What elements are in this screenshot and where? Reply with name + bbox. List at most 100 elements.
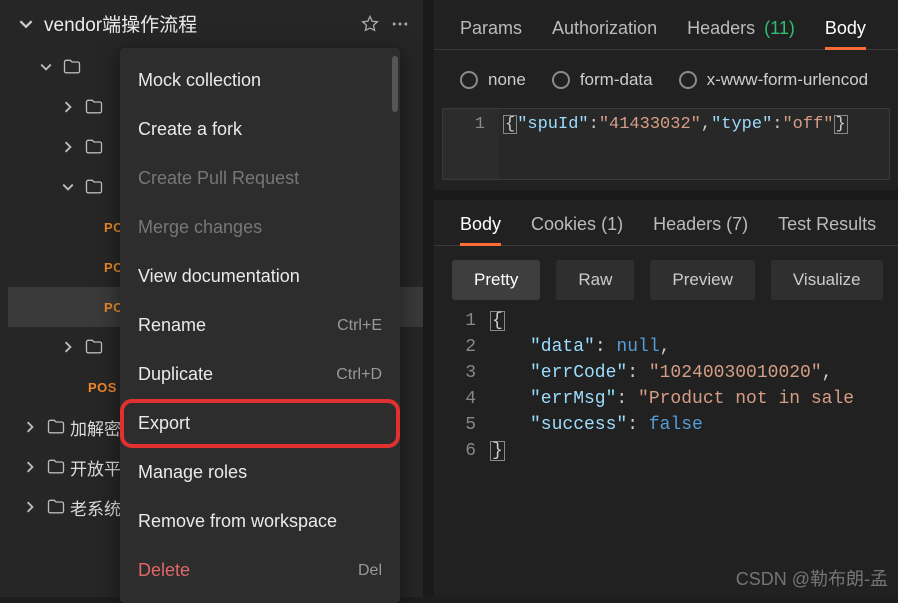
tab-label: Body	[825, 18, 866, 38]
chevron-down-icon[interactable]	[18, 16, 34, 32]
menu-item-rename[interactable]: Rename Ctrl+E	[120, 301, 400, 350]
radio-label: form-data	[580, 70, 653, 90]
radio-label: none	[488, 70, 526, 90]
menu-item-delete[interactable]: DeleteDel	[120, 546, 400, 595]
menu-item-label: Merge changes	[138, 217, 262, 238]
menu-item-create-pull-request: Create Pull Request	[120, 154, 400, 203]
tab-authorization[interactable]: Authorization	[552, 18, 657, 49]
radio-icon	[679, 71, 697, 89]
tab-label: Authorization	[552, 18, 657, 38]
pane-divider[interactable]	[424, 0, 434, 597]
tab-count: (11)	[764, 18, 795, 38]
menu-item-mock-collection[interactable]: Mock collection	[120, 56, 400, 105]
folder-icon	[46, 417, 66, 437]
chevron-right-icon[interactable]	[60, 339, 76, 355]
menu-item-remove-from-workspace[interactable]: Remove from workspace	[120, 497, 400, 546]
brace-close: }	[834, 115, 848, 134]
main-panel: Params Authorization Headers (11) Body none…	[434, 0, 898, 597]
menu-scrollbar[interactable]	[392, 56, 398, 112]
rtab-count: (1)	[601, 214, 623, 234]
request-body-editor[interactable]: 1 {"spuId":"41433032","type":"off"}	[442, 108, 890, 180]
chevron-right-icon[interactable]	[60, 99, 76, 115]
rtab-label: Headers	[653, 214, 721, 234]
tab-headers[interactable]: Headers (11)	[687, 18, 795, 49]
radio-icon	[552, 71, 570, 89]
radio-label: x-www-form-urlencod	[707, 70, 869, 90]
response-tabs: Body Cookies (1) Headers (7) Test Results	[434, 214, 898, 246]
chevron-right-icon[interactable]	[22, 459, 38, 475]
star-icon[interactable]	[360, 14, 380, 34]
response-tab-headers[interactable]: Headers (7)	[653, 214, 748, 245]
body-type-options: none form-data x-www-form-urlencod	[434, 50, 898, 108]
chevron-right-icon[interactable]	[22, 419, 38, 435]
menu-shortcut: Ctrl+D	[336, 366, 382, 384]
folder-icon	[84, 137, 104, 157]
menu-shortcut: Del	[358, 562, 382, 580]
line-number: 4	[434, 386, 490, 412]
chevron-right-icon[interactable]	[22, 499, 38, 515]
format-visualize[interactable]: Visualize	[771, 260, 883, 300]
tree-label: 加解密	[70, 415, 121, 440]
response-tab-test-results[interactable]: Test Results	[778, 214, 876, 245]
sidebar: vendor端操作流程 POPOPOPOS加解密 开放平台老系统- Mock c…	[0, 0, 424, 597]
menu-item-label: Create a fork	[138, 119, 242, 140]
line-number: 2	[434, 334, 490, 360]
tree-label: 老系统-	[70, 495, 127, 520]
collection-title[interactable]: vendor端操作流程	[44, 10, 350, 37]
chevron-down-icon[interactable]	[60, 179, 76, 195]
tab-body[interactable]: Body	[825, 18, 866, 49]
rtab-label: Test Results	[778, 214, 876, 234]
tab-label: Params	[460, 18, 522, 38]
body-type-none[interactable]: none	[460, 70, 526, 90]
rtab-label: Cookies	[531, 214, 596, 234]
brace-open: {	[503, 115, 517, 134]
menu-item-duplicate[interactable]: Duplicate Ctrl+D	[120, 350, 400, 399]
line-number: 1	[434, 308, 490, 334]
chevron-down-icon[interactable]	[38, 59, 54, 75]
menu-item-merge-changes: Merge changes	[120, 203, 400, 252]
menu-item-label: View documentation	[138, 266, 300, 287]
tab-label: Headers	[687, 18, 755, 38]
response-gutter: 123456	[434, 308, 490, 464]
menu-item-label: Duplicate	[138, 364, 213, 385]
format-raw[interactable]: Raw	[556, 260, 634, 300]
folder-icon	[46, 457, 66, 477]
editor-gutter: 1	[443, 109, 499, 179]
menu-item-create-a-fork[interactable]: Create a fork	[120, 105, 400, 154]
menu-item-label: Export	[138, 413, 190, 434]
format-preview[interactable]: Preview	[650, 260, 754, 300]
menu-shortcut: Ctrl+E	[337, 317, 382, 335]
request-tabs: Params Authorization Headers (11) Body	[434, 18, 898, 50]
body-type-x-www-form-urlencod[interactable]: x-www-form-urlencod	[679, 70, 869, 90]
response-tab-body[interactable]: Body	[460, 214, 501, 245]
watermark: CSDN @勒布朗-孟	[736, 565, 888, 591]
line-number: 3	[434, 360, 490, 386]
menu-item-view-documentation[interactable]: View documentation	[120, 252, 400, 301]
folder-icon	[84, 177, 104, 197]
tab-params[interactable]: Params	[460, 18, 522, 49]
folder-icon	[62, 57, 82, 77]
method-badge: POS	[88, 380, 117, 395]
more-icon[interactable]	[390, 14, 410, 34]
response-section: Body Cookies (1) Headers (7) Test Results P…	[434, 200, 898, 464]
menu-item-export[interactable]: Export	[120, 399, 400, 448]
response-json: { "data": null, "errCode": "102400300100…	[490, 308, 854, 464]
menu-item-label: Create Pull Request	[138, 168, 299, 189]
menu-item-label: Rename	[138, 315, 206, 336]
format-pretty[interactable]: Pretty	[452, 260, 540, 300]
folder-icon	[84, 97, 104, 117]
menu-item-manage-roles[interactable]: Manage roles	[120, 448, 400, 497]
rtab-count: (7)	[726, 214, 748, 234]
collection-header: vendor端操作流程	[0, 0, 424, 47]
response-body[interactable]: 123456 { "data": null, "errCode": "10240…	[434, 300, 898, 464]
rtab-label: Body	[460, 214, 501, 234]
menu-item-label: Manage roles	[138, 462, 247, 483]
editor-body[interactable]: {"spuId":"41433032","type":"off"}	[499, 109, 852, 179]
context-menu: Mock collection Create a fork Create Pull …	[120, 48, 400, 603]
h-divider[interactable]	[434, 190, 898, 200]
chevron-right-icon[interactable]	[60, 139, 76, 155]
radio-icon	[460, 71, 478, 89]
menu-item-label: Remove from workspace	[138, 511, 337, 532]
response-tab-cookies[interactable]: Cookies (1)	[531, 214, 623, 245]
body-type-form-data[interactable]: form-data	[552, 70, 653, 90]
